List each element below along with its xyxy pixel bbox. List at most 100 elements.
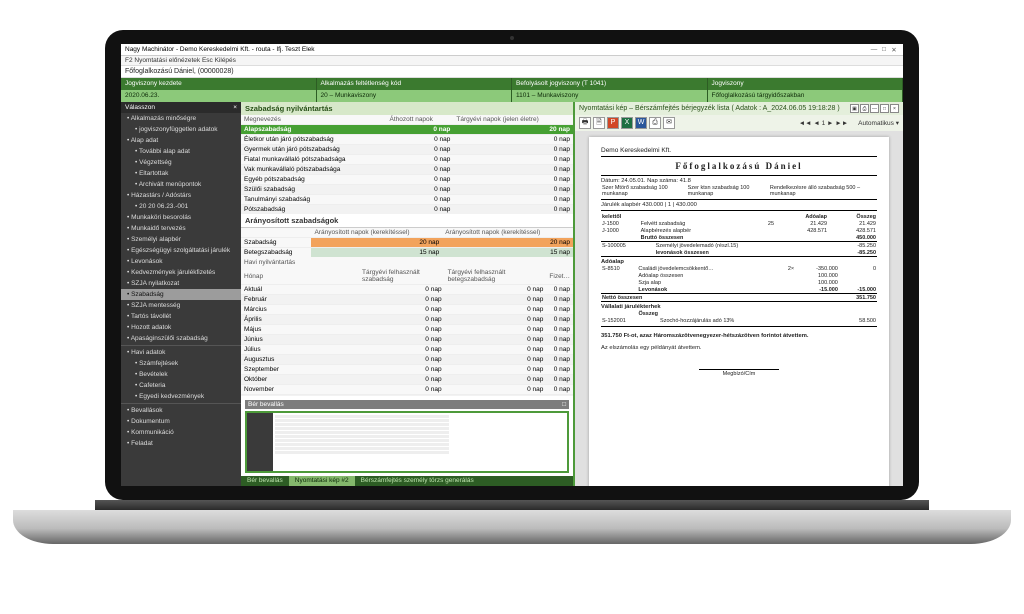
sidebar-item[interactable]: • 20 20 06.23.-001 (121, 201, 241, 212)
export-button-6[interactable]: ⎙ (649, 117, 661, 129)
col-name: Megnevezés (241, 115, 387, 125)
section3-title: Havi nyilvántartás (241, 257, 573, 268)
tabval-date: 2020.06.23. (121, 90, 317, 102)
preview-min-icon[interactable]: — (870, 104, 879, 113)
sidebar-item[interactable]: • Alap adat (121, 135, 241, 146)
sidebar-item[interactable]: • Archivált menüpontok (121, 179, 241, 190)
preview-close-icon[interactable]: × (890, 104, 899, 113)
table-row[interactable]: Április0 nap0 nap0 nap (241, 315, 573, 325)
s3c2: Tárgyévi felhasznált betegszabadság (445, 268, 547, 285)
table-row[interactable]: Szeptember0 nap0 nap0 nap (241, 365, 573, 375)
table-row[interactable]: Június0 nap0 nap0 nap (241, 335, 573, 345)
export-button-1[interactable]: 🖶 (579, 117, 591, 129)
sidebar-item[interactable]: • Bevallások (121, 405, 241, 416)
sidebar-item[interactable]: • Személyi alapbér (121, 234, 241, 245)
table-row[interactable]: Február0 nap0 nap0 nap (241, 295, 573, 305)
payslip-row: Szja alap100.000 (601, 279, 877, 286)
maximize-button[interactable]: □ (879, 46, 889, 53)
sidebar-item[interactable]: • Levonások (121, 256, 241, 267)
sidebar-item[interactable]: • jogviszonyfüggetlen adatok (121, 124, 241, 135)
export-xls-button[interactable]: X (621, 117, 633, 129)
sidebar-item[interactable]: • Kommunikáció (121, 427, 241, 438)
table-row[interactable]: Május0 nap0 nap0 nap (241, 325, 573, 335)
sidebar-item[interactable]: • További alap adat (121, 146, 241, 157)
sidebar-item[interactable]: • Számfejtések (121, 358, 241, 369)
payslip-row: S-152001Szochó-hozzájárulás adó 13%58.50… (601, 317, 877, 324)
sidebar-item[interactable]: • Szabadság (121, 289, 241, 300)
table-row[interactable]: Egyéb pótszabadság0 nap0 nap (241, 175, 573, 185)
nav-controls[interactable]: ◄◄ ◄ 1 ► ►► (799, 120, 848, 127)
sidebar-item[interactable]: • Dokumentum (121, 416, 241, 427)
bottom-tabs: Bér bevallás Nyomtatási kép #2 Bérszámfe… (241, 476, 573, 486)
export-button-7[interactable]: ✉ (663, 117, 675, 129)
tab-jogviszony-kezdete[interactable]: Jogviszony kezdete (121, 78, 317, 90)
preview-icon-1[interactable]: ▣ (850, 104, 859, 113)
sidebar: Válasszon × • Alkalmazás minőségre• jogv… (121, 102, 241, 486)
sidebar-item[interactable]: • Eltartottak (121, 168, 241, 179)
export-doc-button[interactable]: W (635, 117, 647, 129)
tab-befolyasolt[interactable]: Befolyásolt jogviszony (T 1041) (512, 78, 708, 90)
net-label: Nettó összesen (601, 294, 783, 302)
sidebar-item[interactable]: • Bevételek (121, 369, 241, 380)
preview-icon-2[interactable]: ⎙ (860, 104, 869, 113)
minimize-button[interactable]: — (869, 46, 879, 53)
btab-bevallas[interactable]: Bér bevallás (241, 476, 289, 486)
table-row[interactable]: Gyermek után járó pótszabadság0 nap0 nap (241, 145, 573, 155)
table-row[interactable]: November0 nap0 nap0 nap (241, 385, 573, 395)
table-row[interactable]: Pótszabadság0 nap0 nap (241, 205, 573, 215)
zoom-dropdown[interactable]: Automatikus ▾ (858, 119, 899, 127)
table-row[interactable]: Szabadság20 nap20 nap (241, 238, 573, 248)
table-row[interactable]: Aktuál0 nap0 nap0 nap (241, 285, 573, 295)
sidebar-item[interactable]: • Alkalmazás minőségre (121, 113, 241, 124)
sidebar-item[interactable]: • Munkaköri besorolás (121, 212, 241, 223)
s2c2: Arányosított napok (kerekítéssel) (442, 228, 573, 238)
export-button-2[interactable]: 🗎 (593, 117, 605, 129)
window-title: Nagy Machinátor - Demo Kereskedelmi Kft.… (125, 46, 315, 53)
sidebar-item[interactable]: • Tartós távollét (121, 311, 241, 322)
tab-alkalmazas[interactable]: Alkalmazás feltétlenség kód (317, 78, 513, 90)
sidebar-item[interactable]: • Egyedi kedvezmények (121, 391, 241, 402)
table-row[interactable]: Szülői szabadság0 nap0 nap (241, 185, 573, 195)
preview-max-icon[interactable]: □ (880, 104, 889, 113)
thumb-close-icon[interactable]: □ (562, 401, 566, 408)
sidebar-item[interactable]: • SZJA mentesség (121, 300, 241, 311)
payslip-row: Bruttó összesen450.000 (601, 234, 877, 241)
export-pdf-button[interactable]: P (607, 117, 619, 129)
sidebar-item[interactable]: • Házastárs / Adóstárs (121, 190, 241, 201)
payslip-row: S-8510Családi jövedelemcsökkentő…2×-350.… (601, 265, 877, 272)
btab-generator[interactable]: Bérszámfejtés személy törzs generálás (355, 476, 480, 486)
table-row[interactable]: Augusztus0 nap0 nap0 nap (241, 355, 573, 365)
col-carry: Áthozott napok (387, 115, 454, 125)
table-row[interactable]: Július0 nap0 nap0 nap (241, 345, 573, 355)
sidebar-item[interactable]: • Feladat (121, 438, 241, 449)
payslip-row: Adóalap összesen100.000 (601, 272, 877, 279)
sidebar-item[interactable]: • Apaságinszülői szabadság (121, 333, 241, 344)
receipt-note: Az elszámolás egy példányát átvettem. (601, 345, 877, 351)
sidebar-close-icon[interactable]: × (233, 104, 237, 111)
employee-name: Főfoglalkozású Dániel (601, 161, 877, 171)
sidebar-item[interactable]: • Cafeteria (121, 380, 241, 391)
btab-nyomtatas[interactable]: Nyomtatási kép #2 (289, 476, 355, 486)
vacation-grid: Megnevezés Áthozott napok Tárgyévi napok… (241, 115, 573, 214)
sidebar-item[interactable]: • Hozott adatok (121, 322, 241, 333)
sidebar-item[interactable]: • Havi adatok (121, 347, 241, 358)
sidebar-item[interactable]: • Végzettség (121, 157, 241, 168)
table-row[interactable]: Életkor után járó pótszabadság0 nap0 nap (241, 135, 573, 145)
top-tabs-values: 2020.06.23. 20 – Munkaviszony 1101 – Mun… (121, 90, 903, 102)
close-button[interactable]: ✕ (889, 46, 899, 54)
tab-jogviszony[interactable]: Jogviszony (708, 78, 904, 90)
sidebar-item[interactable]: • SZJA nyilatkozat (121, 278, 241, 289)
table-row[interactable]: Vak munkavállaló pótszabadsága0 nap0 nap (241, 165, 573, 175)
payslip-row: Levonások-15.000-15.000 (601, 286, 877, 293)
sidebar-item[interactable]: • Munkaidő tervezés (121, 223, 241, 234)
table-row[interactable]: Fiatal munkavállaló pótszabadsága0 nap0 … (241, 155, 573, 165)
sidebar-item[interactable]: • Kedvezmények járulékfizetés (121, 267, 241, 278)
table-row[interactable]: Tanulmányi szabadság0 nap0 nap (241, 195, 573, 205)
thumbnail-preview[interactable] (245, 411, 569, 473)
sidebar-item[interactable]: • Egészségügyi szolgáltatási járulék (121, 245, 241, 256)
table-row[interactable]: Október0 nap0 nap0 nap (241, 375, 573, 385)
table-row[interactable]: Március0 nap0 nap0 nap (241, 305, 573, 315)
window-titlebar: Nagy Machinátor - Demo Kereskedelmi Kft.… (121, 44, 903, 56)
table-row[interactable]: Betegszabadság15 nap15 nap (241, 248, 573, 258)
payslip-row: J-1000Alapbérezés alapbér428.571428.571 (601, 227, 877, 234)
